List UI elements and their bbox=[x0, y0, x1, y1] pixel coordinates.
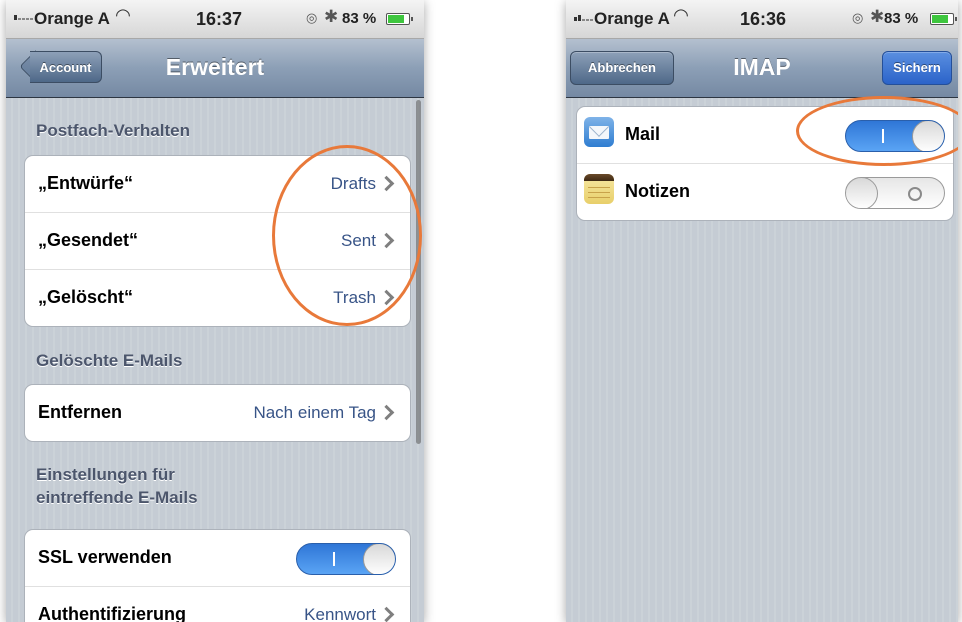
battery-icon bbox=[386, 13, 413, 25]
signal-strength-icon bbox=[14, 15, 33, 20]
row-notes: Notizen bbox=[577, 164, 953, 220]
row-use-ssl: SSL verwenden bbox=[25, 530, 410, 587]
section-header-deleted-mails: Gelöschte E-Mails bbox=[36, 351, 183, 370]
row-mail: Mail bbox=[577, 107, 953, 164]
toggle-knob bbox=[912, 121, 944, 151]
imap-account-screen: Orange A ◠ 16:36 ◎ ✱ 83 % Abbrechen IMAP… bbox=[566, 0, 958, 622]
toggle-knob bbox=[846, 178, 878, 208]
mailbox-behavior-group: „Entwürfe“ Drafts „Gesendet“ Sent „Gelös… bbox=[24, 155, 411, 327]
chevron-right-icon bbox=[378, 289, 395, 306]
mail-toggle-switch[interactable] bbox=[845, 120, 945, 152]
bluetooth-icon: ✱ bbox=[870, 7, 885, 26]
row-label: Entfernen bbox=[38, 402, 123, 422]
row-label: „Entwürfe“ bbox=[38, 173, 134, 193]
deleted-mails-group: Entfernen Nach einem Tag bbox=[24, 384, 411, 442]
alarm-icon: ◎ bbox=[852, 10, 864, 25]
toggle-knob bbox=[363, 544, 395, 574]
scrollbar[interactable] bbox=[416, 100, 421, 444]
row-label: Notizen bbox=[625, 181, 690, 201]
row-trash[interactable]: „Gelöscht“ Trash bbox=[25, 270, 410, 326]
carrier-name: Orange A bbox=[594, 9, 670, 28]
settings-screen-advanced: Orange A ◠ 16:37 ◎ ✱ 83 % Account Erweit… bbox=[6, 0, 424, 622]
wifi-icon: ◠ bbox=[674, 5, 688, 25]
mail-icon bbox=[584, 117, 614, 147]
battery-percentage: 83 % bbox=[342, 10, 377, 27]
section-header-mailbox-behavior: Postfach-Verhalten bbox=[36, 121, 190, 140]
row-value: Nach einem Tag bbox=[253, 403, 376, 422]
row-authentication[interactable]: Authentifizierung Kennwort bbox=[25, 587, 410, 622]
chevron-right-icon bbox=[378, 404, 395, 421]
status-time: 16:37 bbox=[196, 9, 243, 29]
row-label: Authentifizierung bbox=[38, 604, 186, 622]
save-button[interactable]: Sichern bbox=[882, 51, 952, 85]
chevron-right-icon bbox=[378, 606, 395, 622]
row-sent[interactable]: „Gesendet“ Sent bbox=[25, 213, 410, 270]
page-title: Erweitert bbox=[165, 54, 265, 80]
battery-icon bbox=[930, 13, 957, 25]
row-value: Kennwort bbox=[304, 605, 376, 622]
status-time: 16:36 bbox=[740, 9, 787, 29]
row-value: Drafts bbox=[330, 174, 376, 193]
alarm-icon: ◎ bbox=[306, 10, 318, 25]
toggle-on-mark-icon bbox=[882, 129, 884, 143]
wifi-icon: ◠ bbox=[116, 5, 130, 25]
status-bar: Orange A ◠ 16:36 ◎ ✱ 83 % bbox=[566, 0, 958, 39]
toggle-off-mark-icon bbox=[908, 187, 922, 201]
row-label: „Gesendet“ bbox=[38, 230, 139, 250]
carrier-name: Orange A bbox=[34, 9, 110, 28]
navigation-bar: Abbrechen IMAP Sichern bbox=[566, 39, 958, 98]
chevron-right-icon bbox=[378, 175, 395, 192]
section-header-incoming-settings: Einstellungen für eintreffende E-Mails bbox=[36, 465, 198, 507]
notes-icon bbox=[584, 174, 614, 204]
toggle-on-mark-icon bbox=[333, 552, 335, 566]
row-remove[interactable]: Entfernen Nach einem Tag bbox=[25, 385, 410, 441]
status-bar: Orange A ◠ 16:37 ◎ ✱ 83 % bbox=[6, 0, 424, 39]
ssl-toggle-switch[interactable] bbox=[296, 543, 396, 575]
battery-percentage: 83 % bbox=[884, 10, 919, 27]
bluetooth-icon: ✱ bbox=[324, 7, 339, 26]
row-value: Sent bbox=[341, 231, 376, 250]
sync-services-group: Mail Notizen bbox=[576, 106, 954, 221]
chevron-right-icon bbox=[378, 232, 395, 249]
row-label: „Gelöscht“ bbox=[38, 287, 134, 307]
incoming-settings-group: SSL verwenden Authentifizierung Kennwort bbox=[24, 529, 411, 622]
notes-toggle-switch[interactable] bbox=[845, 177, 945, 209]
navigation-bar: Account Erweitert bbox=[6, 39, 424, 98]
row-value: Trash bbox=[333, 288, 376, 307]
row-label: Mail bbox=[625, 124, 661, 144]
row-drafts[interactable]: „Entwürfe“ Drafts bbox=[25, 156, 410, 213]
signal-strength-icon bbox=[574, 15, 593, 21]
row-label: SSL verwenden bbox=[38, 547, 172, 567]
